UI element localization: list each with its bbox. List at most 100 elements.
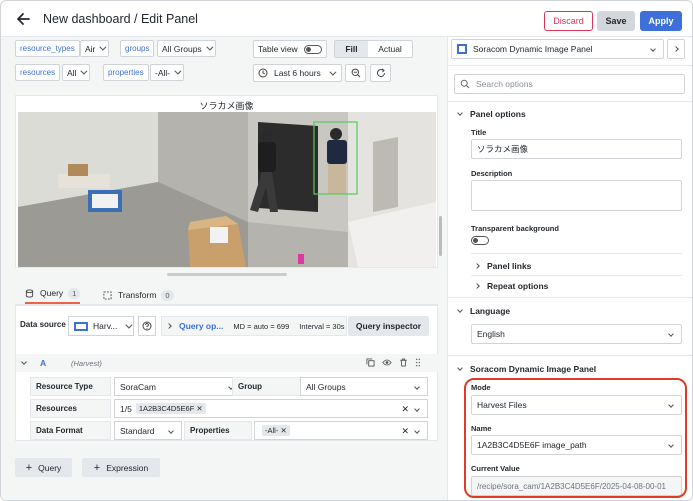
query-options-row[interactable]: Query op... MD = auto = 699 Interval = 3… — [161, 316, 347, 336]
app-window: New dashboard / Edit Panel Discard Save … — [0, 0, 693, 501]
clear-icon[interactable]: ✕ — [401, 426, 409, 437]
query-options-label: Query op... — [179, 321, 224, 331]
toggle-switch[interactable] — [303, 44, 322, 54]
fill-option[interactable]: Fill — [335, 41, 368, 57]
variable-select-groups[interactable]: All Groups — [157, 40, 216, 57]
collapse-options-button[interactable] — [667, 39, 685, 59]
data-format-value: Standard — [120, 425, 155, 436]
section-title: Panel options — [470, 109, 526, 119]
chevron-right-icon — [673, 46, 679, 52]
time-range-picker[interactable]: Last 6 hours — [253, 64, 342, 82]
save-button[interactable]: Save — [597, 11, 635, 31]
chevron-down-icon — [125, 321, 133, 329]
variable-label-properties: properties — [103, 64, 149, 81]
discard-button[interactable]: Discard — [544, 11, 593, 31]
data-source-help-button[interactable] — [138, 316, 156, 336]
refresh-button[interactable] — [370, 64, 391, 82]
variable-label-resource-types: resource_types — [15, 40, 80, 57]
search-placeholder: Search options — [476, 79, 533, 89]
variable-value: -All- — [155, 67, 171, 78]
section-title: Repeat options — [487, 281, 549, 291]
panel-links-section[interactable]: Panel links — [474, 261, 531, 271]
trash-icon[interactable] — [399, 358, 408, 367]
plugin-options-header[interactable]: Soracom Dynamic Image Panel — [457, 364, 597, 374]
repeat-options-section[interactable]: Repeat options — [474, 281, 549, 291]
duplicate-icon[interactable] — [366, 358, 375, 367]
data-format-select[interactable]: Standard — [114, 421, 182, 440]
section-title: Language — [470, 306, 511, 316]
zoom-out-button[interactable] — [345, 64, 366, 82]
panel-editor-main: resource_types Air groups All Groups res… — [1, 37, 444, 500]
tab-transform[interactable]: Transform 0 — [103, 286, 174, 304]
apply-button[interactable]: Apply — [640, 11, 682, 31]
zoom-out-icon — [351, 68, 360, 78]
variable-value: Air — [85, 43, 96, 54]
resource-type-select[interactable]: SoraCam — [114, 377, 242, 396]
database-icon — [25, 288, 34, 298]
properties-multiselect[interactable]: -All- ✕ ✕ — [254, 421, 428, 440]
resources-count: 1/5 — [120, 403, 132, 414]
remove-chip-icon[interactable]: ✕ — [280, 426, 286, 435]
drag-handle-icon[interactable] — [415, 358, 421, 367]
preview-scrollbar[interactable] — [439, 216, 442, 256]
panel-preview: ソラカメ画像 — [15, 95, 442, 268]
visualization-picker[interactable]: Soracom Dynamic Image Panel — [451, 39, 664, 59]
max-data-points-info: MD = auto = 699 — [233, 321, 290, 331]
resources-multiselect[interactable]: 1/5 1A2B3C4D5E6F ✕ ✕ — [114, 399, 428, 418]
collapse-chevron-icon[interactable] — [21, 359, 27, 365]
eye-icon[interactable] — [382, 358, 392, 367]
resource-chip: 1A2B3C4D5E6F ✕ — [135, 403, 206, 414]
description-textarea[interactable] — [471, 180, 682, 211]
data-source-picker[interactable]: Harv... — [68, 316, 134, 336]
divider — [448, 101, 692, 102]
chevron-right-icon — [474, 283, 480, 289]
tab-label: Query — [40, 288, 64, 298]
chevron-down-icon — [414, 428, 420, 434]
page-title: New dashboard / Edit Panel — [43, 12, 198, 26]
variable-select-resources[interactable]: All — [62, 64, 91, 81]
group-select[interactable]: All Groups — [300, 377, 428, 396]
clear-icon[interactable]: ✕ — [401, 404, 409, 415]
add-expression-button[interactable]: + Expression — [82, 458, 160, 477]
pane-resize-handle[interactable] — [167, 273, 287, 276]
help-icon — [142, 321, 152, 331]
language-value: English — [477, 329, 505, 339]
variable-value: All — [67, 67, 77, 78]
table-view-label: Table view — [258, 44, 298, 54]
variable-select-resource-types[interactable]: Air — [80, 40, 110, 57]
datasource-logo-icon — [74, 321, 88, 331]
properties-label: Properties — [184, 421, 252, 440]
tab-query[interactable]: Query 1 — [25, 286, 81, 304]
chevron-down-icon — [650, 46, 656, 52]
query-ref-id[interactable]: A — [40, 358, 46, 368]
add-expression-label: Expression — [106, 462, 149, 473]
chevron-down-icon — [414, 406, 420, 412]
variable-label-groups: groups — [120, 40, 155, 57]
panel-title: ソラカメ画像 — [199, 101, 254, 111]
variable-select-properties[interactable]: -All- — [150, 64, 185, 81]
plus-icon: + — [93, 461, 101, 474]
chevron-right-icon — [166, 323, 172, 329]
search-options-input[interactable]: Search options — [454, 74, 685, 94]
back-arrow-icon[interactable] — [15, 11, 31, 27]
query-row-header: A (Harvest) — [16, 354, 439, 372]
chevron-right-icon — [474, 263, 480, 269]
divider — [448, 355, 692, 356]
transparent-background-toggle[interactable] — [471, 236, 489, 245]
panel-options-header[interactable]: Panel options — [457, 109, 526, 119]
table-view-toggle[interactable]: Table view — [253, 40, 327, 58]
actual-option[interactable]: Actual — [368, 41, 412, 57]
section-title: Soracom Dynamic Image Panel — [470, 364, 597, 374]
chevron-down-icon — [168, 428, 174, 434]
tab-count-badge: 0 — [161, 289, 174, 301]
group-value: All Groups — [306, 381, 346, 392]
camera-image — [18, 112, 436, 267]
language-select[interactable]: English — [471, 324, 682, 344]
query-inspector-button[interactable]: Query inspector — [348, 316, 429, 336]
variable-value: All Groups — [162, 43, 202, 54]
chevron-down-icon — [174, 67, 182, 75]
language-header[interactable]: Language — [457, 306, 511, 316]
remove-chip-icon[interactable]: ✕ — [196, 404, 202, 413]
title-input[interactable]: ソラカメ画像 — [471, 139, 682, 159]
add-query-button[interactable]: + Query — [15, 458, 72, 477]
